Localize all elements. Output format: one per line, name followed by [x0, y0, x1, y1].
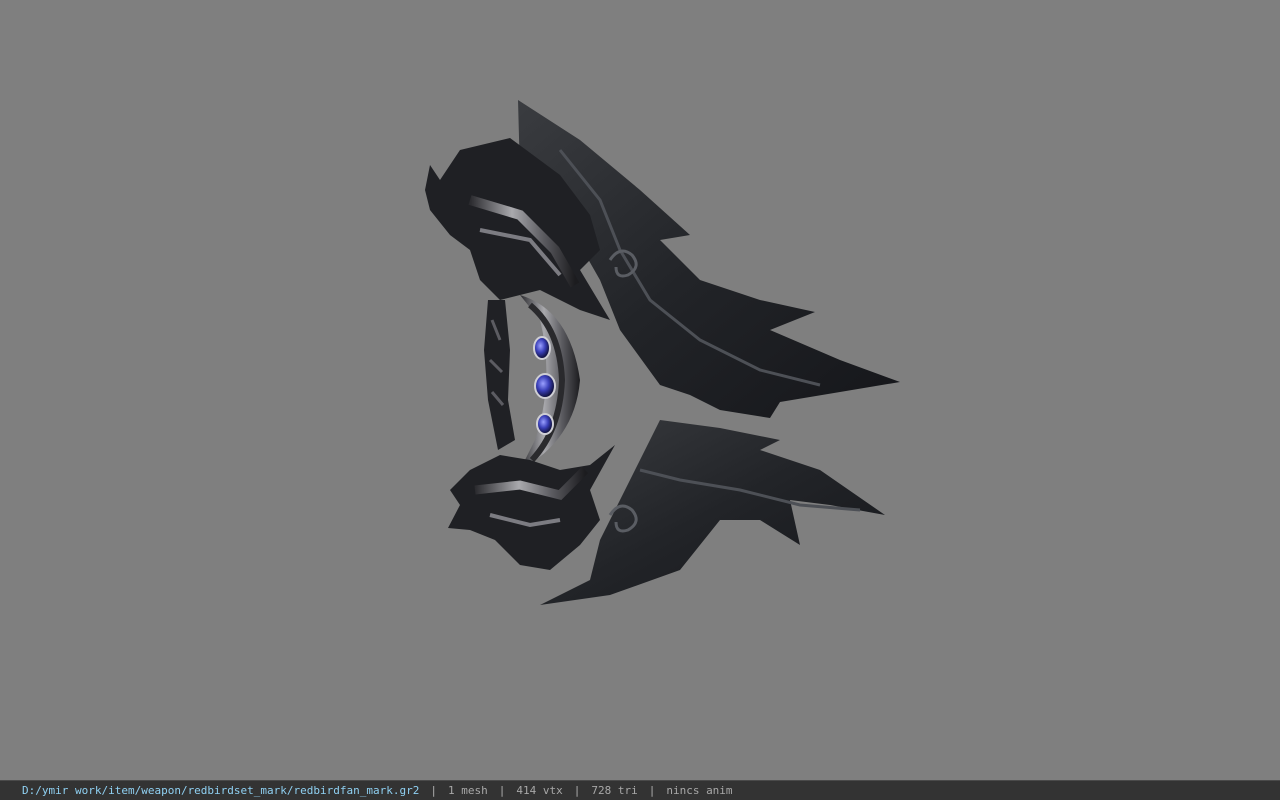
vertex-count: 414 vtx — [516, 784, 563, 797]
mesh-count: 1 mesh — [447, 784, 488, 797]
lower-claw — [448, 445, 615, 570]
separator: | — [430, 784, 437, 797]
3d-viewport[interactable] — [0, 0, 1280, 780]
handle — [484, 300, 515, 450]
status-bar: D:/ymir work/item/weapon/redbirdset_mark… — [0, 780, 1280, 800]
separator: | — [573, 784, 581, 797]
separator: | — [648, 784, 656, 797]
separator: | — [498, 784, 506, 797]
triangle-count: 728 tri — [591, 784, 638, 797]
model-render — [425, 100, 900, 605]
file-path: D:/ymir work/item/weapon/redbirdset_mark… — [22, 784, 420, 797]
animation-status: nincs anim — [666, 784, 733, 797]
